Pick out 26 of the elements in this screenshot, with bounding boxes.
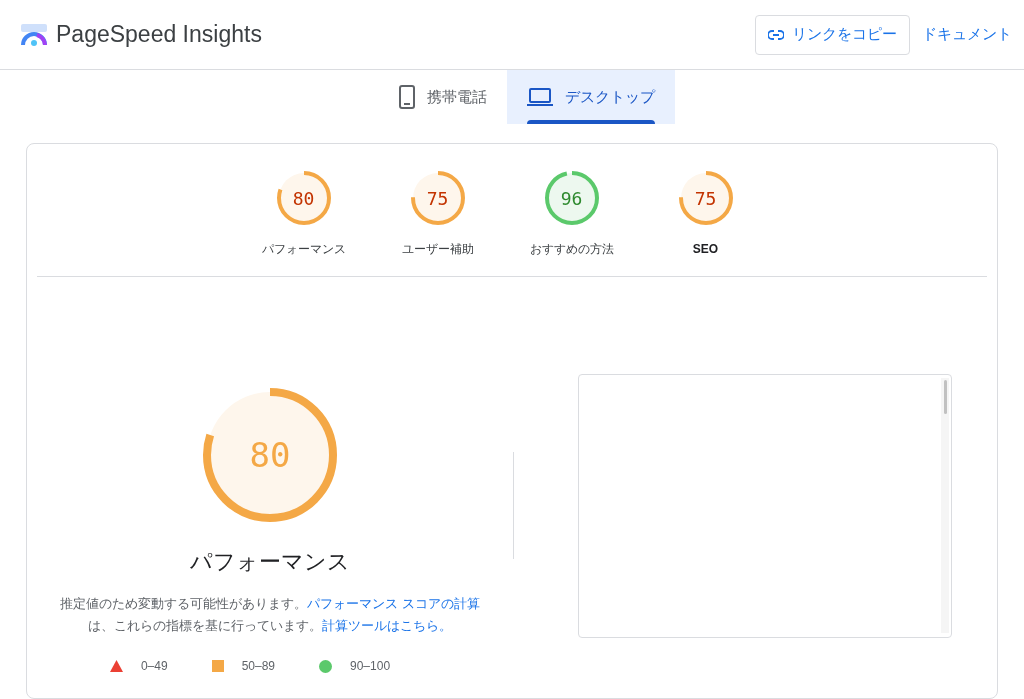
device-tab[interactable]: 携帯電話	[379, 70, 507, 124]
range-label: 50–89	[241, 658, 275, 675]
app-title: PageSpeed Insights	[56, 20, 262, 50]
score-value: 96	[559, 186, 584, 211]
help-link[interactable]: 計算ツールはこちら。	[322, 618, 452, 633]
category-label[interactable]: おすすめの方法	[529, 240, 614, 258]
score-value: 80	[248, 433, 292, 477]
docs-link[interactable]: ドキュメント	[922, 23, 1012, 46]
laptop-icon	[527, 88, 553, 106]
scrollbar[interactable]	[941, 378, 949, 633]
device-tab[interactable]: デスクトップ	[507, 70, 675, 124]
category-label[interactable]: パフォーマンス	[261, 240, 346, 258]
score-value: 80	[291, 186, 316, 211]
logo-icon	[20, 22, 48, 47]
range-label: 0–49	[140, 658, 168, 675]
score-value: 75	[693, 186, 718, 211]
phone-icon	[399, 85, 415, 109]
category-label[interactable]: ユーザー補助	[401, 240, 474, 258]
copy-link-button[interactable]: リンクをコピー	[755, 14, 910, 55]
score-value: 75	[425, 186, 450, 211]
score-description: 推定値のため変動する可能性があります。パフォーマンス スコアの計算 は、これらの指標を基に行っています。計算ツールはこちら。	[59, 595, 481, 635]
link-icon	[768, 29, 784, 40]
category-title: パフォーマンス	[190, 548, 350, 576]
category-label[interactable]: SEO	[692, 240, 719, 258]
help-link[interactable]: パフォーマンス スコアの計算	[307, 596, 480, 611]
range-label: 90–100	[350, 658, 391, 675]
